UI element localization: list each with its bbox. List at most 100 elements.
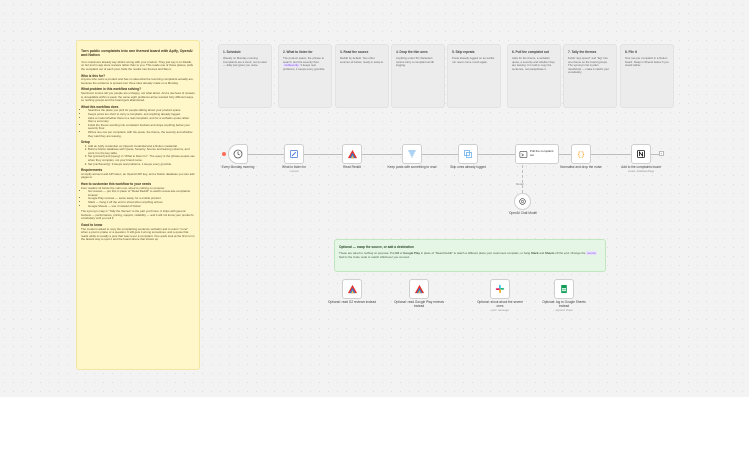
connection-line xyxy=(248,154,284,155)
setup-list: Add an Apify credential, an OpenAI crede… xyxy=(81,144,195,167)
step-description: One row per complaint in a Notion board.… xyxy=(625,56,669,68)
connection-line xyxy=(559,154,571,155)
dedupe-icon xyxy=(464,150,472,158)
step-title: 1. Schedule xyxy=(223,50,241,54)
node-read-reddit[interactable] xyxy=(342,144,362,164)
filter-icon xyxy=(408,150,416,158)
apify-icon xyxy=(414,284,424,293)
apify-icon xyxy=(347,149,357,158)
step-description: Anything under 60 characters cannot carr… xyxy=(396,56,435,68)
node-optional-g2[interactable] xyxy=(342,279,362,299)
node-sublabel: create: databasePage xyxy=(627,169,655,173)
model-port-label: Model xyxy=(516,182,524,186)
node-optional-slack[interactable] xyxy=(490,279,510,299)
optional-text: Slack xyxy=(530,251,539,255)
intro-paragraph: Your customers already say what's wrong … xyxy=(81,59,193,71)
node-label: Optional: read Google Play reviews inste… xyxy=(394,300,444,308)
add-node-icon[interactable]: + xyxy=(659,151,664,156)
node-label: Optional: read G2 reviews instead xyxy=(327,300,376,304)
node-openai-chat-model[interactable] xyxy=(514,193,531,210)
step-title: 8. File it xyxy=(625,50,637,54)
node-normalise[interactable]: {} xyxy=(571,144,591,164)
apify-icon xyxy=(347,284,357,293)
step-title: 5. Skip repeats xyxy=(452,50,475,54)
step-description: Asks for the theme, a verbatim quote, a … xyxy=(512,56,555,71)
step-title: 7. Tally the themes xyxy=(568,50,597,54)
node-label-text: What to listen for xyxy=(282,165,306,169)
step-note-pull-complaint[interactable]: 6. Pull the complaint out Asks for the t… xyxy=(507,44,561,108)
node-label: Pull the complaint out xyxy=(529,149,554,157)
step-description: Weekly on Monday morning. Complaints are… xyxy=(223,56,267,68)
node-skip-logged[interactable] xyxy=(458,144,478,164)
optional-text: field in the Code node to match whicheve… xyxy=(339,254,411,259)
step-note-drop-thin[interactable]: 4. Drop the thin ones Anything under 60 … xyxy=(391,44,445,108)
node-sublabel: append: sheet xyxy=(555,308,573,312)
node-label: Keep posts with something to read xyxy=(387,165,437,169)
node-label: Read Reddit xyxy=(343,165,361,169)
openai-icon xyxy=(519,198,526,205)
optional-sticky-note[interactable]: Optional — swap the source, or add a des… xyxy=(334,239,606,272)
node-pull-complaint-agent[interactable]: Pull the complaint out xyxy=(515,144,559,164)
slack-icon xyxy=(495,284,505,294)
step-note-schedule[interactable]: 1. Schedule Weekly on Monday morning. Co… xyxy=(218,44,272,108)
node-label: Add to the complaints board create: datab… xyxy=(616,165,666,174)
node-sublabel: manual xyxy=(289,169,299,173)
node-label: Skip ones already logged xyxy=(450,165,486,169)
step-description: Posts already logged on an earlier run n… xyxy=(452,56,495,64)
node-label-text: Add to the complaints board xyxy=(621,165,661,169)
agent-icon xyxy=(519,150,528,158)
what-list: Searches the place you pick for people t… xyxy=(81,109,195,138)
step-note-file-it[interactable]: 8. File it One row per complaint in a No… xyxy=(620,44,674,108)
step-title: 2. What to listen for xyxy=(283,50,313,54)
list-item: Writes one row per complaint, with the q… xyxy=(88,130,195,138)
list-item: Google Sheets — use it instead of Notion xyxy=(88,204,195,209)
node-sublabel: post: message xyxy=(491,308,509,312)
node-label: Optional: log to Google Sheets instead ap… xyxy=(539,300,589,312)
svg-text:{}: {} xyxy=(577,151,585,158)
step-note-listen[interactable]: 2. What to listen for The product space,… xyxy=(278,44,332,108)
node-schedule-trigger[interactable] xyxy=(228,144,248,164)
sheets-icon xyxy=(561,285,567,293)
code-icon: {} xyxy=(577,151,585,158)
connection-line xyxy=(591,154,631,155)
step-note-read-source[interactable]: 3. Read the source Reddit by default. Tw… xyxy=(335,44,389,108)
requirements-text: An Apify account and API token, an OpenA… xyxy=(81,171,195,180)
node-label: What to listen for manual xyxy=(269,165,319,174)
connection-line xyxy=(478,154,515,155)
step-title: 6. Pull the complaint out xyxy=(512,50,549,54)
intro-sticky-note[interactable]: Turn public complaints into one themed b… xyxy=(76,40,200,370)
step-note-skip-repeats[interactable]: 5. Skip repeats Posts already logged on … xyxy=(447,44,501,108)
connection-line xyxy=(422,154,458,155)
bottom-strip xyxy=(0,397,749,450)
intro-title: Turn public complaints into one themed b… xyxy=(81,49,193,58)
node-label: Normalise and drop the noise xyxy=(560,165,602,169)
customize-text-2: The synonym map in "Tally the themes" is… xyxy=(81,209,194,221)
connection-line xyxy=(304,154,342,155)
step-description: Folds "app speed" and "lag" into one the… xyxy=(568,56,610,75)
optional-text: in place of "Read Reddit" to watch a dif… xyxy=(420,251,531,255)
optional-description: These are wired to nothing on purpose. P… xyxy=(339,251,601,259)
node-what-to-listen-for[interactable] xyxy=(284,144,304,164)
code-token: source xyxy=(586,251,597,255)
node-label: OpenAI Chat Model xyxy=(509,211,537,215)
node-optional-google-sheets[interactable] xyxy=(554,279,574,299)
step-description: Reddit by default. Two other sources sit… xyxy=(340,56,384,64)
step-note-tally-themes[interactable]: 7. Tally the themes Folds "app speed" an… xyxy=(563,44,617,108)
who-text: Anyone who owns a product and has no ide… xyxy=(81,77,194,85)
step-title: 3. Read the source xyxy=(340,50,369,54)
node-optional-google-play[interactable] xyxy=(409,279,429,299)
clock-icon xyxy=(233,149,243,159)
node-keep-posts[interactable] xyxy=(402,144,422,164)
connection-line xyxy=(651,154,659,155)
pencil-icon xyxy=(290,150,298,158)
model-connection-line xyxy=(522,165,523,193)
optional-text: off the end. Change the xyxy=(554,251,587,255)
problem-text: Sentiment scores tell you people are unh… xyxy=(81,90,195,103)
step-description: The product space, the phrase to search,… xyxy=(283,56,327,71)
list-item: Set {minSeverity}: 3 keeps real problems… xyxy=(88,162,195,167)
optional-title: Optional — swap the source, or add a des… xyxy=(339,245,414,249)
node-label: Every Monday morning xyxy=(221,165,255,169)
node-add-to-board[interactable] xyxy=(631,144,651,164)
node-label-text: Optional: shout about the severe ones xyxy=(476,300,524,308)
step-title: 4. Drop the thin ones xyxy=(396,50,428,54)
